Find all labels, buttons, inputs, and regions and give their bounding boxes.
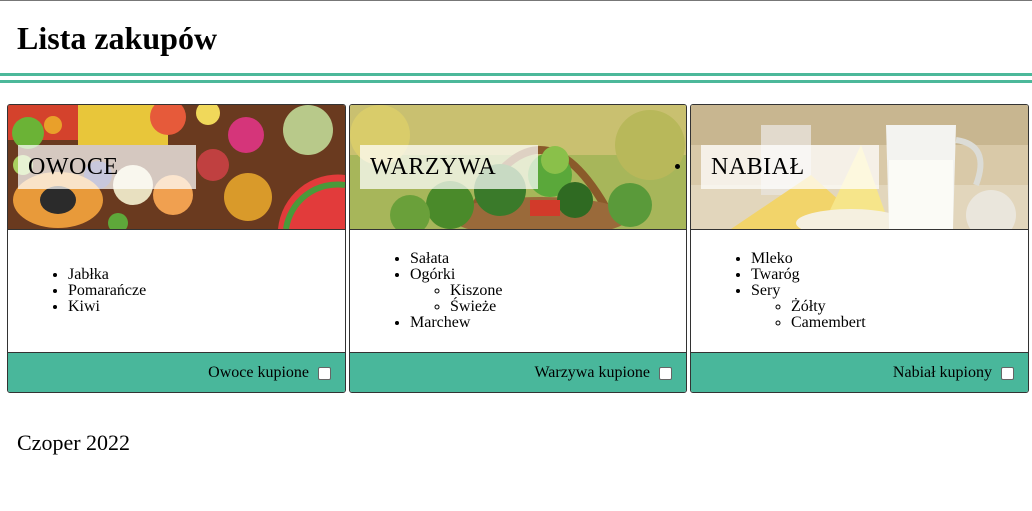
purchased-toggle[interactable]: Owoce kupione (208, 364, 331, 382)
list-item: Ogórki Kiszone Świeże (410, 267, 502, 315)
list-item: Sałata (410, 251, 502, 267)
list-item: Sery Żółty Camembert (751, 283, 866, 331)
list-item: Mleko (751, 251, 866, 267)
list-item: Jabłka (68, 267, 146, 283)
card-title: WARZYWA (370, 154, 497, 180)
card-dairy: NABIAŁ Mleko Twaróg Sery Żółty Camembert… (690, 104, 1029, 393)
footer-copyright: Czoper 2022 (17, 430, 131, 455)
sub-list-item: Świeże (450, 299, 502, 315)
card-title: OWOCE (28, 154, 119, 180)
list-item: Pomarańcze (68, 283, 146, 299)
sub-list-item: Kiszone (450, 283, 502, 299)
list-item: Twaróg (751, 267, 866, 283)
card-title: NABIAŁ (711, 154, 805, 180)
list-item: Kiwi (68, 299, 146, 315)
page-title: Lista zakupów (17, 20, 218, 56)
card-footer: Warzywa kupione (350, 352, 686, 392)
header-divider-bottom (0, 80, 1032, 83)
card-vegetables: WARZYWA Sałata Ogórki Kiszone Świeże Mar… (349, 104, 687, 393)
purchased-checkbox[interactable] (318, 366, 331, 380)
title-bullet-icon (675, 164, 680, 169)
header-divider-top (0, 73, 1032, 76)
purchased-toggle[interactable]: Nabiał kupiony (893, 364, 1014, 382)
purchased-checkbox[interactable] (659, 366, 672, 380)
purchased-label: Warzywa kupione (534, 364, 650, 381)
purchased-label: Owoce kupione (208, 364, 309, 381)
sub-list-item: Żółty (791, 299, 866, 315)
card-title-box: WARZYWA (360, 145, 538, 189)
card-footer: Nabiał kupiony (691, 352, 1028, 392)
card-fruits: OWOCE Jabłka Pomarańcze Kiwi Owoce kupio… (7, 104, 346, 393)
purchased-checkbox[interactable] (1001, 366, 1014, 380)
sub-list-item: Camembert (791, 315, 866, 331)
card-item-list: Mleko Twaróg Sery Żółty Camembert (691, 230, 1028, 352)
card-item-list: Jabłka Pomarańcze Kiwi (8, 230, 345, 352)
page-header: Lista zakupów (0, 1, 1032, 73)
purchased-toggle[interactable]: Warzywa kupione (534, 364, 672, 382)
card-title-box: NABIAŁ (701, 145, 879, 189)
card-item-list: Sałata Ogórki Kiszone Świeże Marchew (350, 230, 686, 352)
purchased-label: Nabiał kupiony (892, 364, 992, 381)
list-item: Marchew (410, 315, 502, 331)
category-cards: OWOCE Jabłka Pomarańcze Kiwi Owoce kupio… (7, 104, 1029, 393)
card-footer: Owoce kupione (8, 352, 345, 392)
card-title-box: OWOCE (18, 145, 196, 189)
